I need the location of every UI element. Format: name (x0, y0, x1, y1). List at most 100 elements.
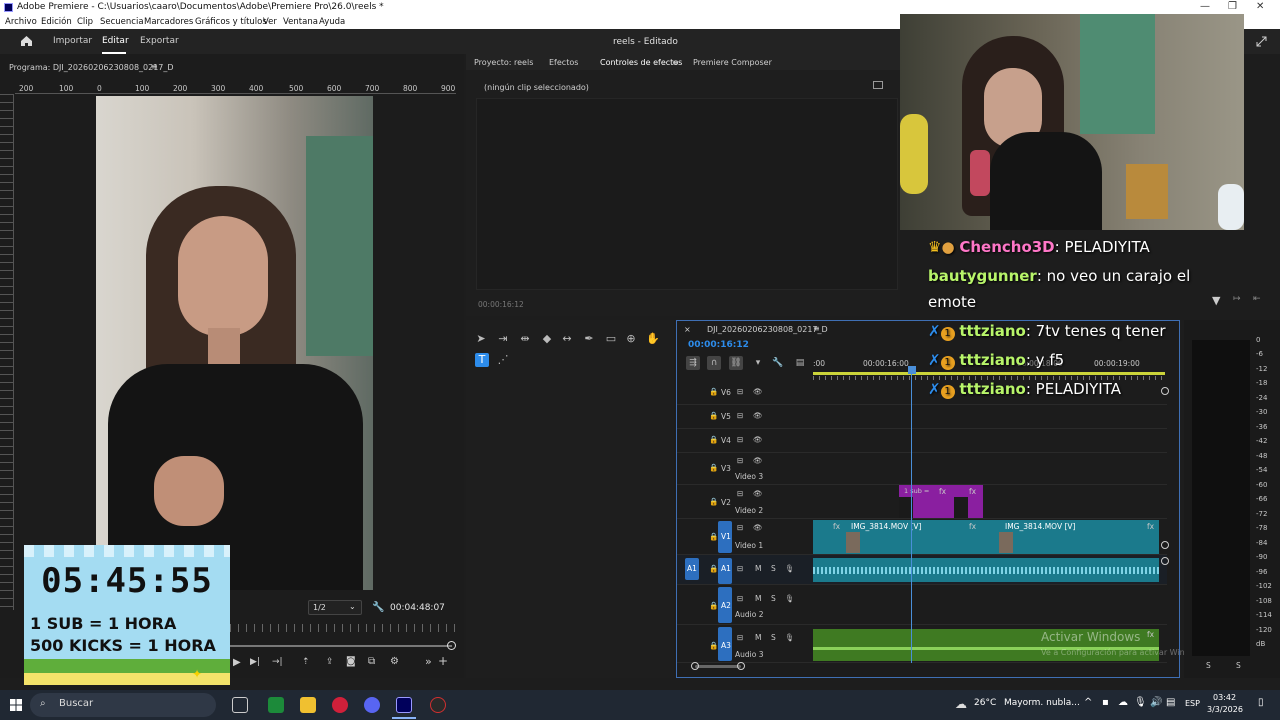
tab-project[interactable]: Proyecto: reels (474, 58, 533, 67)
lock-icon[interactable]: 🔒 (709, 497, 718, 506)
extract-icon[interactable]: ⇪ (326, 657, 334, 667)
windows-start-icon[interactable] (10, 699, 22, 711)
lock-icon[interactable]: 🔒 (709, 411, 718, 420)
program-scrubber[interactable] (230, 624, 456, 632)
tab-effects[interactable]: Efectos (549, 58, 578, 67)
scroll-handle[interactable] (1161, 541, 1169, 549)
mic-icon[interactable]: 🎙 (1134, 697, 1147, 708)
panel-menu-icon[interactable]: ≡ (813, 324, 820, 333)
scroll-handle[interactable] (737, 662, 745, 670)
ripple-edit-icon[interactable]: ⇹ (518, 332, 532, 346)
track-output-icon[interactable]: ⊟ (737, 387, 743, 396)
fullscreen-icon[interactable] (1256, 36, 1267, 47)
track-output-icon[interactable]: ⊟ (737, 564, 743, 573)
horizontal-scrollbar[interactable] (695, 665, 741, 668)
track-select-icon[interactable]: ⇥ (496, 332, 510, 346)
pen-icon[interactable]: ✒ (582, 332, 596, 346)
track-output-icon[interactable]: ⊟ (737, 523, 743, 532)
lock-icon[interactable]: 🔒 (709, 564, 718, 573)
expand-icon[interactable]: ↦ (1233, 294, 1241, 304)
file-explorer-icon[interactable] (300, 697, 316, 713)
menu-item-ventana[interactable]: Ventana (283, 17, 318, 27)
lock-icon[interactable]: 🔒 (709, 641, 718, 650)
linked-select-icon[interactable]: ⛓ (729, 356, 743, 370)
eye-icon[interactable]: 👁 (753, 456, 763, 465)
mic-icon[interactable]: 🎙 (785, 564, 795, 573)
zoom-handle[interactable] (447, 641, 456, 650)
opera-icon[interactable] (332, 697, 348, 713)
magnet-icon[interactable]: ∩ (707, 356, 721, 370)
scroll-handle[interactable] (691, 662, 699, 670)
eye-icon[interactable]: 👁 (753, 387, 763, 396)
mute-button[interactable]: M (755, 564, 761, 573)
menu-item-ver[interactable]: Ver (263, 17, 277, 27)
track-output-icon[interactable]: ⊟ (737, 456, 743, 465)
add-button-icon[interactable]: + (438, 654, 448, 668)
tab-premiere-composer[interactable]: Premiere Composer (693, 58, 772, 67)
mic-icon[interactable]: 🎙 (785, 633, 795, 642)
language-indicator[interactable]: ESP (1185, 699, 1200, 708)
taskbar-search[interactable]: ⌕ Buscar (30, 693, 216, 717)
eye-icon[interactable]: 👁 (753, 411, 763, 420)
menu-item-marcadores[interactable]: Marcadores (144, 17, 193, 27)
restore-icon[interactable]: ❐ (1228, 1, 1237, 12)
selection-tool-icon[interactable]: ➤ (474, 332, 488, 346)
go-to-out-icon[interactable]: →| (272, 657, 283, 667)
panel-menu-icon[interactable]: ≡ (672, 58, 679, 67)
menu-item-archivo[interactable]: Archivo (5, 17, 37, 27)
track-output-icon[interactable]: ⊟ (737, 594, 743, 603)
lock-icon[interactable]: 🔒 (709, 532, 718, 541)
volume-icon[interactable]: 🔊 (1150, 697, 1162, 708)
nav-importar[interactable]: Importar (53, 36, 92, 46)
eye-icon[interactable]: 👁 (753, 435, 763, 444)
more-icon[interactable]: » (425, 655, 432, 668)
close-icon[interactable]: × (684, 325, 691, 334)
play-icon[interactable]: ▶ (233, 657, 241, 668)
slip-icon[interactable]: ↔ (560, 332, 574, 346)
zoom-bar[interactable] (230, 645, 452, 647)
home-icon[interactable] (20, 35, 33, 47)
menu-item-ayuda[interactable]: Ayuda (319, 17, 345, 27)
collapse-icon[interactable]: ⇤ (1253, 294, 1261, 304)
panel-menu-icon[interactable]: ≡ (151, 62, 158, 71)
obs-icon[interactable] (430, 697, 446, 713)
captions-icon[interactable]: ▤ (793, 356, 807, 370)
lift-icon[interactable]: ⇡ (302, 657, 310, 667)
menu-item-clip[interactable]: Clip (77, 17, 93, 27)
track-output-icon[interactable]: ⊟ (737, 489, 743, 498)
step-forward-icon[interactable]: ▶| (250, 657, 260, 667)
wrench-icon[interactable]: 🔧 (372, 602, 384, 613)
clip-v1-a[interactable]: IMG_3814.MOV [V] fx fx (813, 520, 983, 554)
eye-icon[interactable]: 👁 (753, 523, 763, 532)
menu-item-secuencia[interactable]: Secuencia (100, 17, 144, 27)
filter-icon[interactable]: ▼ (1212, 294, 1220, 307)
panel-toggle-icon[interactable] (873, 81, 883, 89)
clip-v1-b[interactable]: IMG_3814.MOV [V] fx (983, 520, 1159, 554)
eye-icon[interactable]: 👁 (753, 489, 763, 498)
track-output-icon[interactable]: ⊟ (737, 411, 743, 420)
clip-a1-audio[interactable] (813, 558, 1159, 582)
scroll-handle[interactable] (1161, 557, 1169, 565)
settings-icon[interactable]: ⚙ (390, 656, 399, 667)
lock-icon[interactable]: 🔒 (709, 435, 718, 444)
zoom-tool-icon[interactable]: ⊕ (624, 332, 638, 346)
razor-icon[interactable]: ◆ (540, 332, 554, 346)
lock-icon[interactable]: 🔒 (709, 601, 718, 610)
menu-item-graficos[interactable]: Gráficos y títulos (195, 17, 267, 27)
premiere-taskbar-icon[interactable] (396, 697, 412, 713)
snap-icon[interactable]: ⇶ (686, 356, 700, 370)
wrench-icon[interactable]: 🔧 (771, 356, 785, 370)
task-view-icon[interactable] (232, 697, 248, 713)
compare-icon[interactable]: ⧉ (368, 656, 375, 667)
tab-effect-controls[interactable]: Controles de efectos (600, 58, 682, 67)
solo-button[interactable]: S (771, 633, 776, 642)
tray-icon[interactable]: ▪ (1102, 697, 1109, 708)
solo-button[interactable]: S (771, 564, 776, 573)
cloud-icon[interactable]: ☁ (1118, 697, 1128, 708)
solo-button[interactable]: S (771, 594, 776, 603)
lock-icon[interactable]: 🔒 (709, 387, 718, 396)
zoom-dropdown[interactable]: 1/2 ⌄ (308, 600, 362, 615)
app-b-icon[interactable] (268, 697, 284, 713)
close-icon[interactable]: ✕ (1256, 1, 1264, 12)
mic-icon[interactable]: 🎙 (785, 594, 795, 603)
